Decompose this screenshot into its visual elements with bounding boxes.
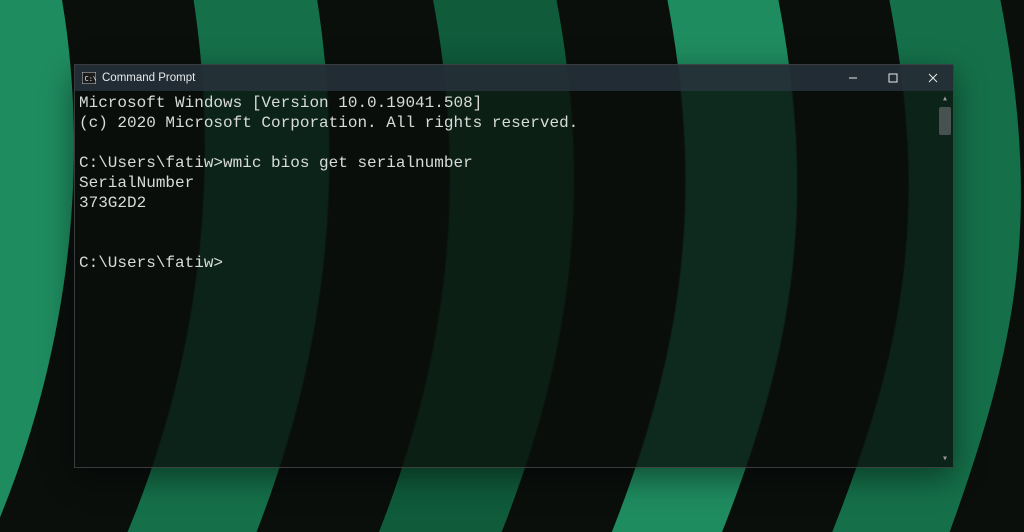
client-area: Microsoft Windows [Version 10.0.19041.50…	[75, 91, 953, 467]
console-line	[79, 133, 933, 153]
console-line: 373G2D2	[79, 193, 933, 213]
console-line: C:\Users\fatiw>	[79, 253, 933, 273]
close-button[interactable]	[913, 65, 953, 91]
console-line	[79, 213, 933, 233]
console-line: C:\Users\fatiw>wmic bios get serialnumbe…	[79, 153, 933, 173]
console-line: Microsoft Windows [Version 10.0.19041.50…	[79, 93, 933, 113]
svg-text:C:\: C:\	[85, 75, 97, 83]
desktop: C:\ Command Prompt Microsoft Windows [Ve…	[0, 0, 1024, 532]
scrollbar-up-arrow-icon[interactable]: ▴	[937, 91, 953, 107]
console-line: SerialNumber	[79, 173, 933, 193]
window-title: Command Prompt	[102, 72, 195, 84]
command-prompt-icon: C:\	[82, 72, 96, 84]
vertical-scrollbar[interactable]: ▴ ▾	[937, 91, 953, 467]
scrollbar-thumb[interactable]	[939, 107, 951, 135]
scrollbar-down-arrow-icon[interactable]: ▾	[937, 451, 953, 467]
console-output[interactable]: Microsoft Windows [Version 10.0.19041.50…	[75, 91, 937, 467]
console-line: (c) 2020 Microsoft Corporation. All righ…	[79, 113, 933, 133]
console-line	[79, 233, 933, 253]
maximize-button[interactable]	[873, 65, 913, 91]
title-bar[interactable]: C:\ Command Prompt	[75, 65, 953, 91]
command-prompt-window[interactable]: C:\ Command Prompt Microsoft Windows [Ve…	[74, 64, 954, 468]
minimize-button[interactable]	[833, 65, 873, 91]
